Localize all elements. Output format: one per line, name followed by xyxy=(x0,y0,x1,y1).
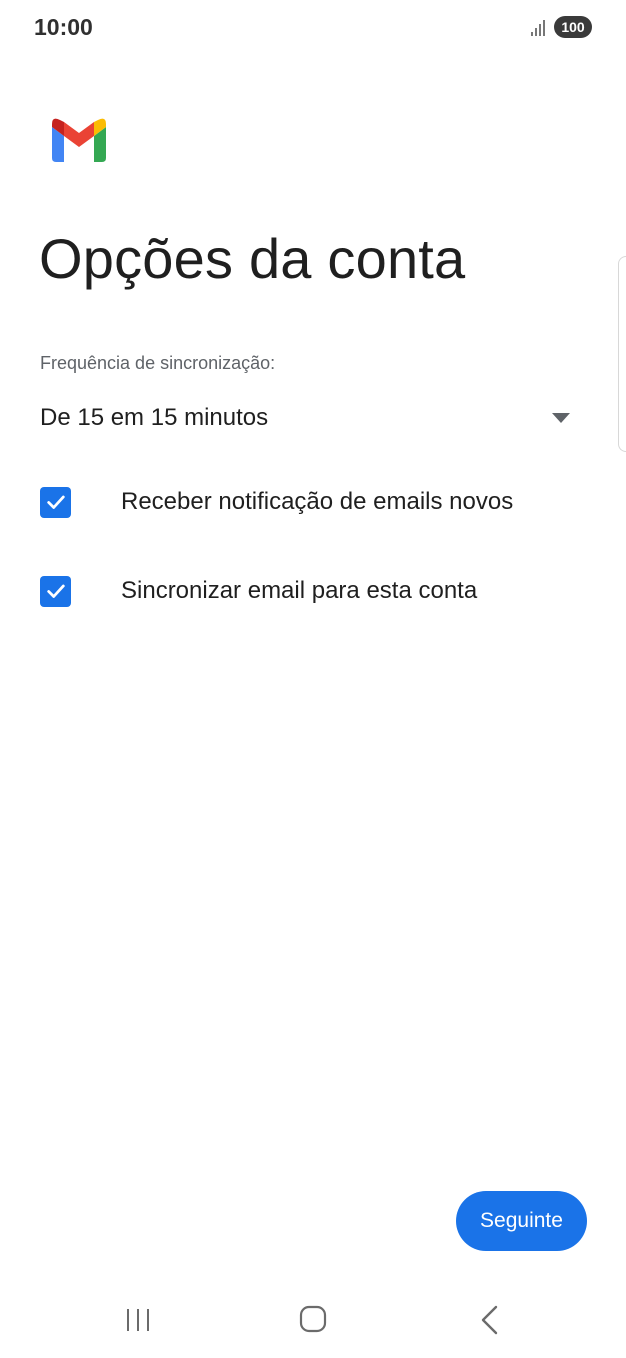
status-time: 10:00 xyxy=(34,14,93,40)
gmail-logo xyxy=(52,118,106,162)
check-icon xyxy=(46,495,65,509)
home-icon[interactable] xyxy=(298,1304,328,1334)
account-options-screen: 10:00 100 Opções da conta Frequência de … xyxy=(0,0,626,1358)
signal-icon xyxy=(531,20,545,36)
check-icon xyxy=(46,584,65,598)
notify-new-emails-label: Receber notificação de emails novos xyxy=(121,488,514,515)
scroll-edge-indicator xyxy=(618,256,626,452)
recent-apps-icon[interactable] xyxy=(124,1306,152,1334)
sync-frequency-dropdown[interactable]: De 15 em 15 minutos xyxy=(40,398,576,438)
sync-account-option[interactable]: Sincronizar email para esta conta xyxy=(40,571,580,611)
notify-new-emails-option[interactable]: Receber notificação de emails novos xyxy=(40,482,580,522)
chevron-down-icon xyxy=(552,413,570,423)
notify-new-emails-checkbox[interactable] xyxy=(40,486,71,518)
sync-account-checkbox[interactable] xyxy=(40,575,71,607)
back-icon[interactable] xyxy=(478,1304,500,1336)
status-icons: 100 xyxy=(530,16,592,38)
next-button[interactable]: Seguinte xyxy=(456,1191,587,1251)
sync-frequency-label: Frequência de sincronização: xyxy=(40,353,276,373)
page-title: Opções da conta xyxy=(39,227,466,290)
sync-frequency-value: De 15 em 15 minutos xyxy=(40,404,269,431)
battery-icon: 100 xyxy=(554,16,592,38)
sync-account-label: Sincronizar email para esta conta xyxy=(121,577,478,604)
